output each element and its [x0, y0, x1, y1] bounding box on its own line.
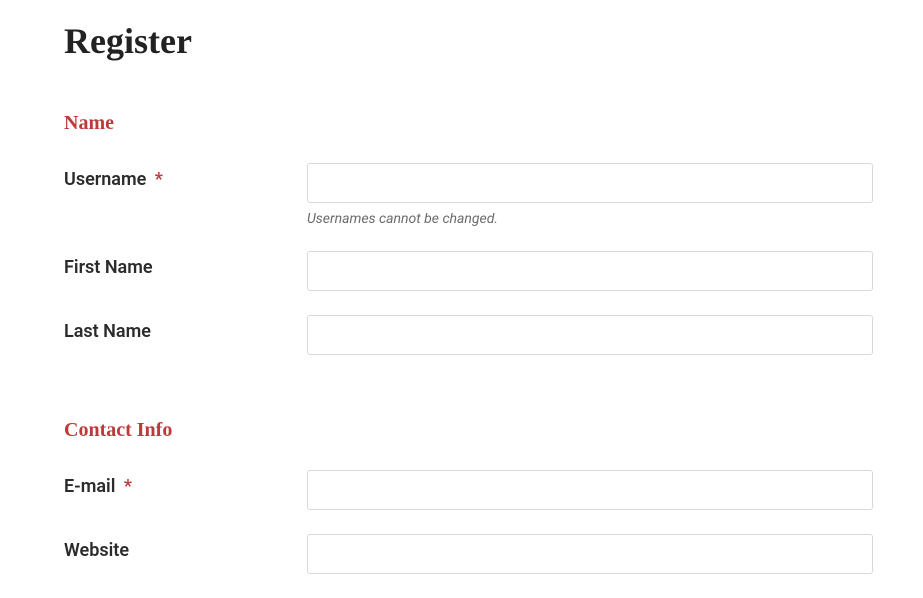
email-input[interactable]: [307, 470, 873, 510]
username-hint: Usernames cannot be changed.: [307, 211, 873, 227]
input-column: [307, 534, 873, 574]
input-column: [307, 251, 873, 291]
label-first-name: First Name: [64, 251, 307, 278]
input-column: [307, 315, 873, 355]
form-row-website: Website: [64, 534, 873, 574]
username-input[interactable]: [307, 163, 873, 203]
page-title: Register: [64, 20, 873, 62]
form-row-first-name: First Name: [64, 251, 873, 291]
website-input[interactable]: [307, 534, 873, 574]
section-heading-name: Name: [64, 112, 873, 135]
input-column: [307, 470, 873, 510]
label-username: Username *: [64, 163, 307, 190]
required-asterisk: *: [124, 476, 132, 497]
label-username-text: Username: [64, 169, 146, 190]
label-website-text: Website: [64, 540, 129, 561]
label-email-text: E-mail: [64, 476, 115, 497]
label-email: E-mail *: [64, 470, 307, 497]
input-column: [307, 163, 873, 203]
section-heading-contact: Contact Info: [64, 419, 873, 442]
required-asterisk: *: [155, 169, 163, 190]
form-row-email: E-mail *: [64, 470, 873, 510]
last-name-input[interactable]: [307, 315, 873, 355]
label-website: Website: [64, 534, 307, 561]
first-name-input[interactable]: [307, 251, 873, 291]
label-last-name-text: Last Name: [64, 321, 151, 342]
label-last-name: Last Name: [64, 315, 307, 342]
form-row-last-name: Last Name: [64, 315, 873, 355]
form-row-username: Username *: [64, 163, 873, 203]
label-first-name-text: First Name: [64, 257, 153, 278]
register-form-container: Register Name Username * Usernames canno…: [64, 20, 873, 574]
